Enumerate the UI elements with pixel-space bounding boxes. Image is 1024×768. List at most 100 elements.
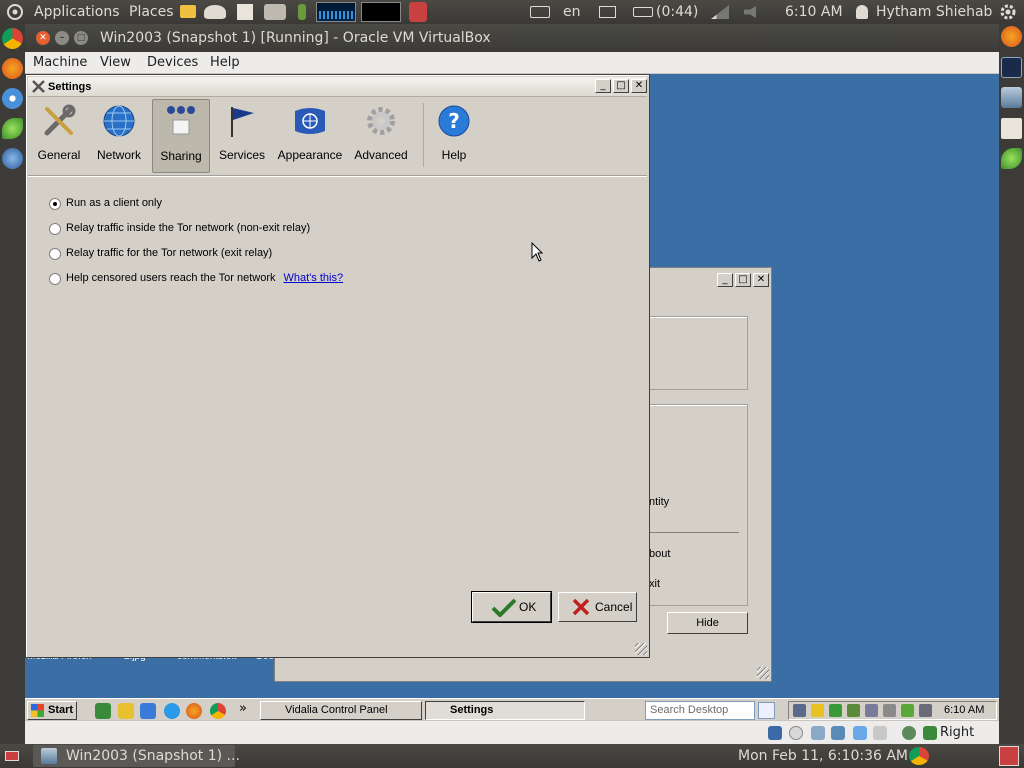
tab-sharing[interactable]: Sharing <box>152 99 210 173</box>
tab-help[interactable]: ? Help <box>428 99 480 173</box>
maximize-icon[interactable]: □ <box>74 31 88 45</box>
app-indicator-icon[interactable] <box>409 2 427 22</box>
settings-title: Settings <box>48 81 92 93</box>
about-fragment[interactable]: bout <box>649 548 670 560</box>
network-tools-icon[interactable] <box>264 4 286 20</box>
tray-network-icon[interactable] <box>793 704 806 717</box>
chrome-icon[interactable] <box>2 28 23 49</box>
resize-grip[interactable] <box>757 667 769 679</box>
radio-non-exit-relay[interactable] <box>49 223 61 235</box>
folder-icon[interactable] <box>180 5 196 18</box>
quicklaunch-explorer-icon[interactable] <box>140 703 156 719</box>
tab-appearance[interactable]: Appearance <box>276 99 344 173</box>
setup-identity-fragment[interactable]: ntity <box>649 496 669 508</box>
radio-bridge-relay[interactable] <box>49 273 61 285</box>
editor-icon[interactable] <box>1001 118 1022 139</box>
quicklaunch-firefox-icon[interactable] <box>186 703 202 719</box>
tab-network[interactable]: Network <box>93 99 145 173</box>
close-icon[interactable]: ✕ <box>631 79 647 93</box>
tray-tor-icon[interactable] <box>847 704 860 717</box>
firefox-icon[interactable] <box>2 58 23 79</box>
ok-button[interactable]: OK <box>471 591 552 623</box>
network-monitor-graph[interactable] <box>361 2 401 22</box>
volume-muted-icon[interactable] <box>744 6 756 18</box>
start-button[interactable]: Start <box>27 701 77 720</box>
settings-titlebar[interactable]: Settings _ □ ✕ <box>28 77 647 97</box>
places-menu[interactable]: Places <box>129 0 174 24</box>
app-icon[interactable] <box>204 5 226 19</box>
guest-clock[interactable]: 6:10 AM <box>944 703 984 718</box>
menu-view[interactable]: View <box>100 52 131 74</box>
browser-icon[interactable] <box>2 88 23 109</box>
wifi-signal-icon[interactable] <box>711 5 729 19</box>
menu-devices[interactable]: Devices <box>147 52 198 74</box>
resize-grip[interactable] <box>635 643 647 655</box>
minimize-icon[interactable]: – <box>55 31 69 45</box>
tray-drive-icon[interactable] <box>829 704 842 717</box>
search-desktop-input[interactable]: Search Desktop <box>645 701 755 720</box>
cancel-button[interactable]: Cancel <box>558 592 637 622</box>
radio-exit-relay[interactable] <box>49 248 61 260</box>
firefox-icon[interactable] <box>1001 26 1022 47</box>
tray-leaf-icon[interactable] <box>901 704 914 717</box>
ubuntu-logo-icon[interactable] <box>6 0 24 24</box>
exit-fragment[interactable]: xit <box>649 578 660 590</box>
status-usb-icon[interactable] <box>811 726 825 740</box>
status-cd-icon[interactable] <box>789 726 803 740</box>
status-disk-icon[interactable] <box>768 726 782 740</box>
battery-time[interactable]: (0:44) <box>656 0 698 24</box>
radio-client-only[interactable] <box>49 198 61 210</box>
search-icon[interactable] <box>758 702 775 719</box>
task-vbox[interactable]: Win2003 (Snapshot 1) ... <box>33 745 240 767</box>
status-mouse-integration-icon[interactable] <box>923 726 937 740</box>
close-icon[interactable]: ✕ <box>36 31 50 45</box>
network-app-icon[interactable] <box>2 148 23 169</box>
chrome-icon[interactable] <box>909 747 929 765</box>
task-vidalia[interactable]: Vidalia Control Panel <box>260 701 422 720</box>
clock[interactable]: 6:10 AM <box>785 0 843 24</box>
hide-button[interactable]: Hide <box>667 612 748 634</box>
session-gear-icon[interactable] <box>998 2 1018 26</box>
status-display-icon[interactable] <box>873 726 887 740</box>
menu-help[interactable]: Help <box>210 52 240 74</box>
tray-search-icon[interactable] <box>865 704 878 717</box>
leaf-app-icon[interactable] <box>1001 148 1022 169</box>
terminal-icon[interactable] <box>1001 57 1022 78</box>
battery-icon[interactable] <box>633 7 653 17</box>
menu-machine[interactable]: Machine <box>33 52 87 74</box>
quicklaunch-overflow-icon[interactable]: » <box>239 701 247 716</box>
quicklaunch-folder-icon[interactable] <box>118 703 134 719</box>
close-icon[interactable]: ✕ <box>753 273 769 287</box>
show-desktop-icon[interactable] <box>5 751 19 761</box>
whats-this-link[interactable]: What's this? <box>284 272 344 284</box>
trash-icon[interactable] <box>999 746 1019 766</box>
tab-services[interactable]: Services <box>216 99 268 173</box>
minimize-icon[interactable]: _ <box>595 79 611 93</box>
tray-gear-icon[interactable] <box>919 704 932 717</box>
tab-general[interactable]: General <box>33 99 85 173</box>
virtualbox-icon[interactable] <box>1001 87 1022 108</box>
leaf-app-icon[interactable] <box>2 118 23 139</box>
tab-advanced[interactable]: Advanced <box>350 99 412 173</box>
panel-datetime[interactable]: Mon Feb 11, 6:10:36 AM <box>738 744 908 768</box>
minimize-icon[interactable]: _ <box>717 273 733 287</box>
status-network-icon[interactable] <box>831 726 845 740</box>
applications-menu[interactable]: Applications <box>34 0 120 24</box>
maximize-icon[interactable]: □ <box>735 273 751 287</box>
keyboard-icon[interactable] <box>530 6 550 18</box>
quicklaunch-chrome-icon[interactable] <box>210 703 226 719</box>
left-launcher <box>0 24 25 744</box>
quicklaunch-drive-icon[interactable] <box>95 703 111 719</box>
user-name[interactable]: Hytham Shiehab <box>876 0 992 24</box>
task-settings[interactable]: Settings <box>425 701 585 720</box>
quicklaunch-ie-icon[interactable] <box>164 703 180 719</box>
status-virtualization-icon[interactable] <box>902 726 916 740</box>
mail-icon[interactable] <box>599 6 616 18</box>
system-monitor-graph[interactable] <box>316 2 356 22</box>
status-shared-folder-icon[interactable] <box>853 726 867 740</box>
tray-shield-icon[interactable] <box>811 704 824 717</box>
text-editor-icon[interactable] <box>237 4 253 20</box>
maximize-icon[interactable]: □ <box>613 79 629 93</box>
keyboard-layout[interactable]: en <box>563 0 581 24</box>
tray-app-icon[interactable] <box>883 704 896 717</box>
